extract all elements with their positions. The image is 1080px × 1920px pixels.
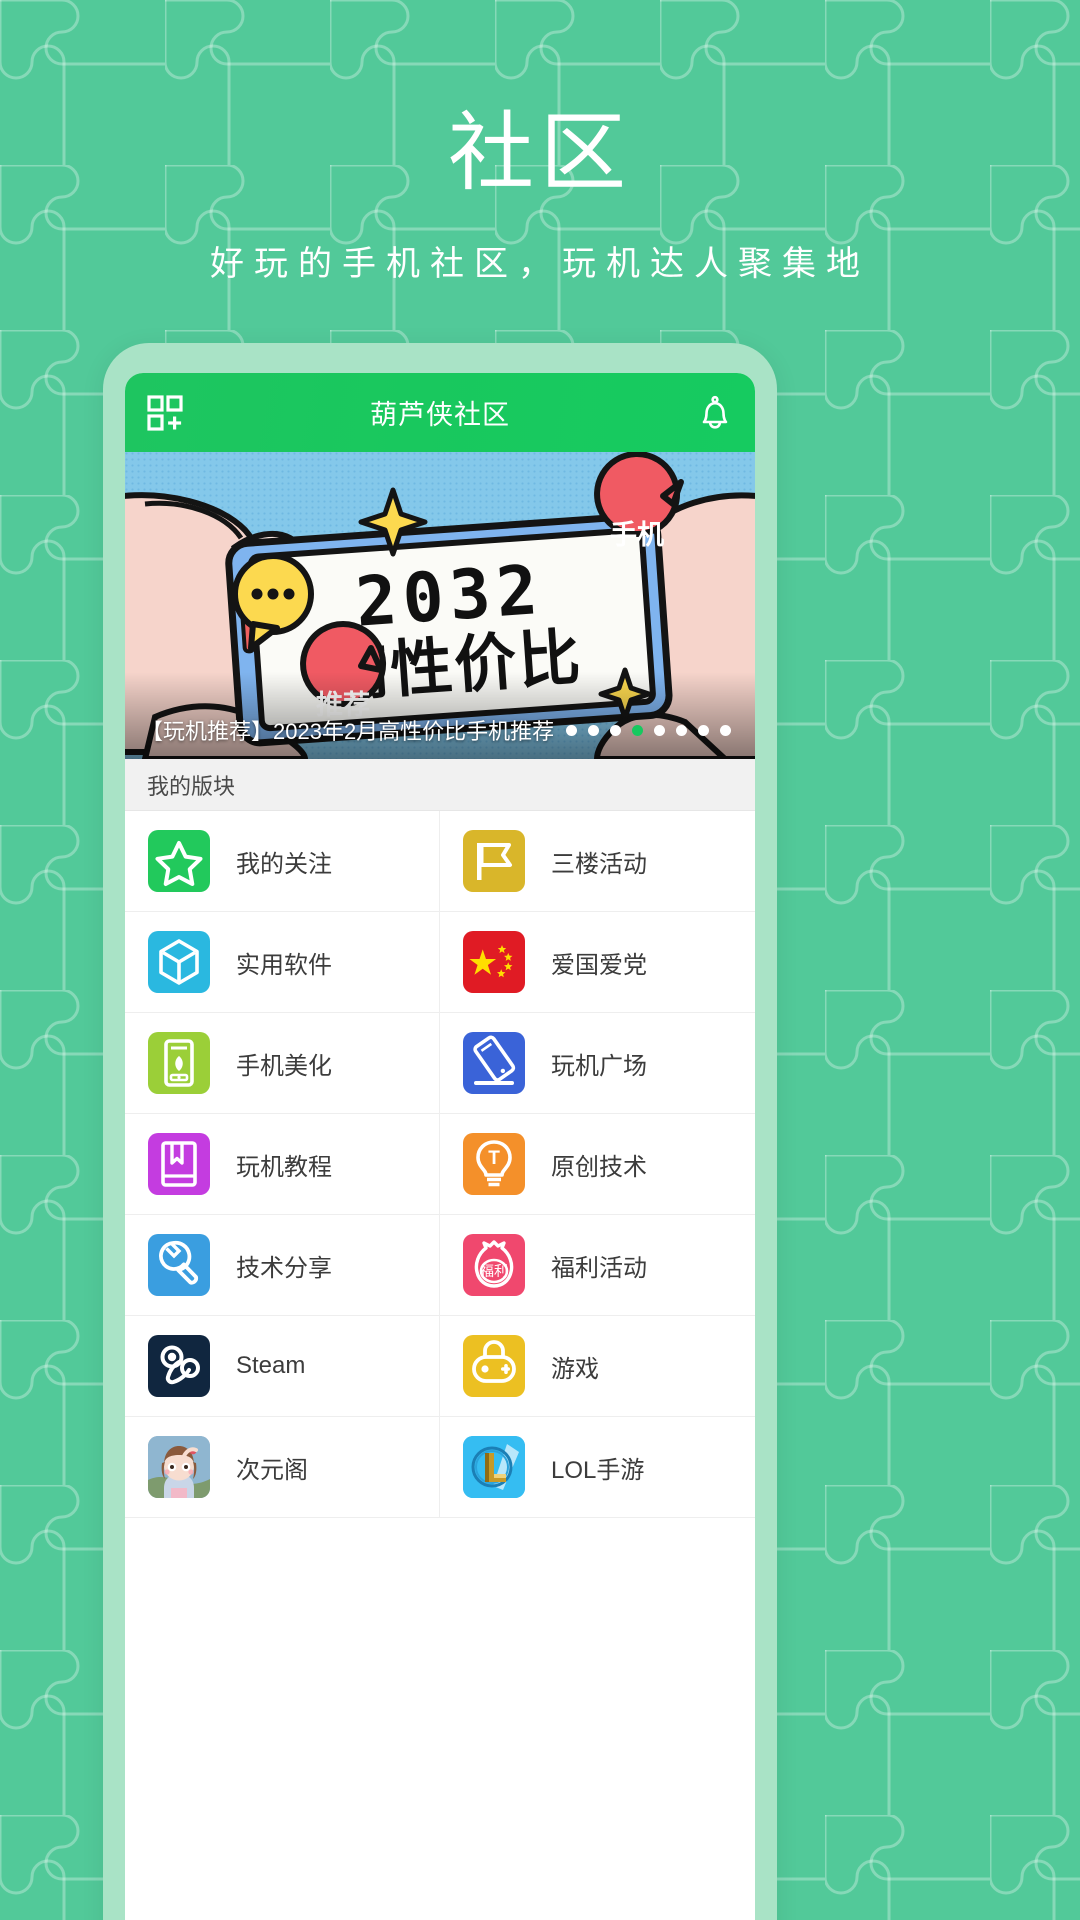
- cube-icon: [148, 931, 210, 993]
- banner-dot[interactable]: [698, 724, 709, 736]
- svg-text:福利: 福利: [480, 1263, 508, 1279]
- board-item[interactable]: LOL手游: [440, 1417, 755, 1518]
- board-item[interactable]: Steam: [125, 1316, 440, 1417]
- banner-badge-top-right: 手机: [610, 520, 664, 550]
- board-item[interactable]: 我的关注: [125, 811, 440, 912]
- board-item-label: 技术分享: [236, 1254, 332, 1282]
- flag-icon: [463, 830, 525, 892]
- board-item-label: 玩机教程: [236, 1153, 332, 1181]
- board-item-label: 爱国爱党: [551, 951, 647, 979]
- promo-banner[interactable]: 2032 高性价比 手机 【玩机推荐】2023年2月高性价比手机推荐: [125, 452, 755, 759]
- board-grid: 我的关注 三楼活动 实用软件 爱国爱党 手机美化 玩机广场 玩机教程 T 原创技术 技术分享 福利福…: [125, 811, 755, 1518]
- app-title: 葫芦侠社区: [370, 400, 510, 430]
- anime-avatar-icon: [148, 1436, 210, 1498]
- bell-icon[interactable]: [697, 395, 733, 431]
- board-item-label: 玩机广场: [551, 1052, 647, 1080]
- banner-dot[interactable]: [654, 724, 665, 736]
- banner-dots[interactable]: [566, 724, 739, 736]
- phone-screen: 葫芦侠社区 2032 高性价比 手机 【玩机推荐】2023年2月高性价比手机推荐…: [125, 373, 755, 1920]
- board-item-label: 游戏: [551, 1355, 599, 1383]
- svg-text:T: T: [488, 1148, 500, 1169]
- gamepad-icon: [463, 1335, 525, 1397]
- book-icon: [148, 1133, 210, 1195]
- board-item-label: 福利活动: [551, 1254, 647, 1282]
- board-item[interactable]: 福利 福利活动: [440, 1215, 755, 1316]
- board-item-label: 三楼活动: [551, 850, 647, 878]
- board-item[interactable]: T 原创技术: [440, 1114, 755, 1215]
- board-item-label: 实用软件: [236, 951, 332, 979]
- lol-logo-icon: [463, 1436, 525, 1498]
- money-bag-icon: 福利: [463, 1234, 525, 1296]
- steam-icon: [148, 1335, 210, 1397]
- board-item[interactable]: 实用软件: [125, 912, 440, 1013]
- grid-plus-icon[interactable]: [147, 394, 183, 431]
- china-flag-icon: [463, 931, 525, 993]
- board-item-label: LOL手游: [551, 1456, 645, 1484]
- phone-mockup: 葫芦侠社区 2032 高性价比 手机 【玩机推荐】2023年2月高性价比手机推荐…: [103, 343, 777, 1920]
- board-item-label: 次元阁: [236, 1456, 308, 1484]
- banner-caption-bar: 【玩机推荐】2023年2月高性价比手机推荐: [125, 701, 755, 759]
- board-item[interactable]: 三楼活动: [440, 811, 755, 912]
- board-item[interactable]: 游戏: [440, 1316, 755, 1417]
- board-item[interactable]: 手机美化: [125, 1013, 440, 1114]
- board-item-label: 我的关注: [236, 850, 332, 878]
- app-header-bar: 葫芦侠社区: [125, 373, 755, 452]
- board-item[interactable]: 玩机教程: [125, 1114, 440, 1215]
- board-item[interactable]: 次元阁: [125, 1417, 440, 1518]
- wrench-icon: [148, 1234, 210, 1296]
- banner-dot[interactable]: [566, 724, 577, 736]
- board-item[interactable]: 技术分享: [125, 1215, 440, 1316]
- board-item-label: 原创技术: [551, 1153, 647, 1181]
- banner-caption: 【玩机推荐】2023年2月高性价比手机推荐: [141, 719, 555, 744]
- section-header-my-boards: 我的版块: [125, 759, 755, 811]
- board-item[interactable]: 玩机广场: [440, 1013, 755, 1114]
- tilted-phone-icon: [463, 1032, 525, 1094]
- banner-dot[interactable]: [676, 724, 687, 736]
- phone-beautify-icon: [148, 1032, 210, 1094]
- board-item-label: 手机美化: [236, 1052, 332, 1080]
- banner-dot[interactable]: [720, 724, 731, 736]
- board-item[interactable]: 爱国爱党: [440, 912, 755, 1013]
- board-item-label: Steam: [236, 1352, 306, 1379]
- lightbulb-t-icon: T: [463, 1133, 525, 1195]
- star-icon: [148, 830, 210, 892]
- banner-dot-active[interactable]: [632, 724, 643, 736]
- banner-dot[interactable]: [610, 724, 621, 736]
- banner-dot[interactable]: [588, 724, 599, 736]
